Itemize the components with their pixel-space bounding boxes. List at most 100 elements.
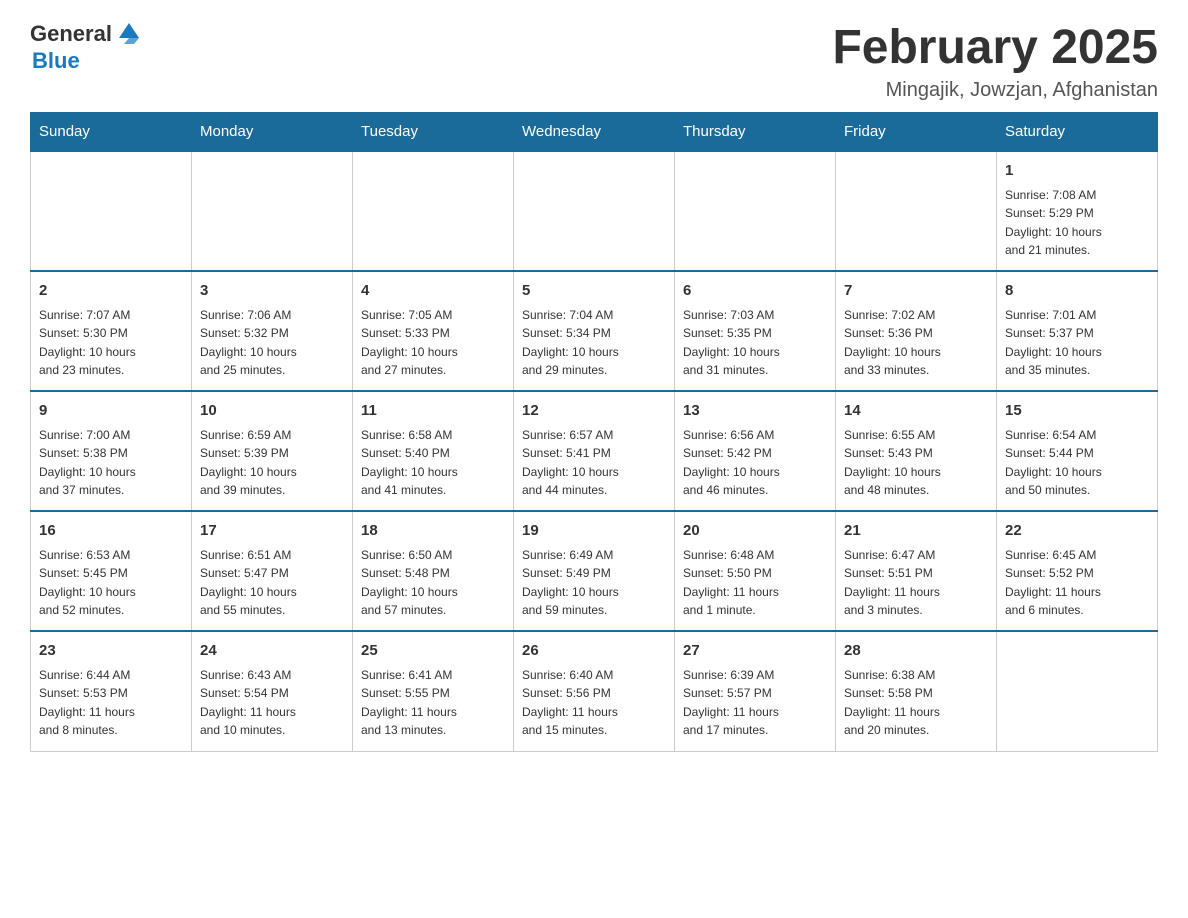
calendar-cell [353, 151, 514, 271]
day-info: Sunrise: 7:02 AM Sunset: 5:36 PM Dayligh… [844, 306, 988, 380]
day-number: 17 [200, 520, 344, 543]
day-info: Sunrise: 6:58 AM Sunset: 5:40 PM Dayligh… [361, 426, 505, 500]
day-info: Sunrise: 6:45 AM Sunset: 5:52 PM Dayligh… [1005, 546, 1149, 620]
calendar-cell: 17 Sunrise: 6:51 AM Sunset: 5:47 PM Dayli… [192, 511, 353, 631]
day-number: 13 [683, 400, 827, 423]
calendar-cell: 15 Sunrise: 6:54 AM Sunset: 5:44 PM Dayli… [997, 391, 1158, 511]
calendar-cell: 3 Sunrise: 7:06 AM Sunset: 5:32 PM Daylig… [192, 271, 353, 391]
calendar-cell: 9 Sunrise: 7:00 AM Sunset: 5:38 PM Daylig… [31, 391, 192, 511]
calendar-cell: 18Sunrise: 6:50 AM Sunset: 5:48 PM Dayli… [353, 511, 514, 631]
calendar-header-row: Sunday Monday Tuesday Wednesday Thursday… [31, 113, 1158, 152]
calendar-cell: 24 Sunrise: 6:43 AM Sunset: 5:54 PM Dayli… [192, 631, 353, 751]
day-info: Sunrise: 7:06 AM Sunset: 5:32 PM Dayligh… [200, 306, 344, 380]
day-info: Sunrise: 6:50 AM Sunset: 5:48 PM Dayligh… [361, 546, 505, 620]
day-number: 16 [39, 520, 183, 543]
day-number: 2 [39, 280, 183, 303]
day-info: Sunrise: 6:57 AM Sunset: 5:41 PM Dayligh… [522, 426, 666, 500]
calendar-cell: 26Sunrise: 6:40 AM Sunset: 5:56 PM Dayli… [514, 631, 675, 751]
day-info: Sunrise: 6:55 AM Sunset: 5:43 PM Dayligh… [844, 426, 988, 500]
day-info: Sunrise: 7:01 AM Sunset: 5:37 PM Dayligh… [1005, 306, 1149, 380]
calendar-title: February 2025 [832, 20, 1158, 75]
day-number: 6 [683, 280, 827, 303]
day-number: 21 [844, 520, 988, 543]
calendar-cell: 6 Sunrise: 7:03 AM Sunset: 5:35 PM Daylig… [675, 271, 836, 391]
header-monday: Monday [192, 113, 353, 152]
header-wednesday: Wednesday [514, 113, 675, 152]
header-friday: Friday [836, 113, 997, 152]
day-number: 19 [522, 520, 666, 543]
calendar-cell: 8 Sunrise: 7:01 AM Sunset: 5:37 PM Daylig… [997, 271, 1158, 391]
day-info: Sunrise: 6:51 AM Sunset: 5:47 PM Dayligh… [200, 546, 344, 620]
calendar-cell [836, 151, 997, 271]
day-number: 8 [1005, 280, 1149, 303]
day-number: 15 [1005, 400, 1149, 423]
logo-icon [114, 18, 144, 48]
day-number: 11 [361, 400, 505, 423]
day-number: 12 [522, 400, 666, 423]
day-number: 4 [361, 280, 505, 303]
day-number: 24 [200, 640, 344, 663]
logo: General Blue [30, 20, 144, 74]
calendar-subtitle: Mingajik, Jowzjan, Afghanistan [832, 79, 1158, 102]
day-number: 1 [1005, 160, 1149, 183]
calendar-cell: 21 Sunrise: 6:47 AM Sunset: 5:51 PM Dayli… [836, 511, 997, 631]
page-header: General Blue February 2025 Mingajik, Jow… [30, 20, 1158, 102]
calendar-cell: 2 Sunrise: 7:07 AM Sunset: 5:30 PM Daylig… [31, 271, 192, 391]
day-number: 5 [522, 280, 666, 303]
day-info: Sunrise: 6:43 AM Sunset: 5:54 PM Dayligh… [200, 666, 344, 740]
calendar-cell: 19Sunrise: 6:49 AM Sunset: 5:49 PM Dayli… [514, 511, 675, 631]
calendar-cell: 11 Sunrise: 6:58 AM Sunset: 5:40 PM Dayli… [353, 391, 514, 511]
calendar-cell: 23Sunrise: 6:44 AM Sunset: 5:53 PM Dayli… [31, 631, 192, 751]
header-tuesday: Tuesday [353, 113, 514, 152]
calendar-week-4: 16 Sunrise: 6:53 AM Sunset: 5:45 PM Dayli… [31, 511, 1158, 631]
day-info: Sunrise: 7:07 AM Sunset: 5:30 PM Dayligh… [39, 306, 183, 380]
calendar-cell: 4 Sunrise: 7:05 AM Sunset: 5:33 PM Daylig… [353, 271, 514, 391]
calendar-cell: 12 Sunrise: 6:57 AM Sunset: 5:41 PM Dayli… [514, 391, 675, 511]
day-info: Sunrise: 6:44 AM Sunset: 5:53 PM Dayligh… [39, 666, 183, 740]
day-number: 28 [844, 640, 988, 663]
day-info: Sunrise: 7:08 AM Sunset: 5:29 PM Dayligh… [1005, 186, 1149, 260]
calendar-cell: 5 Sunrise: 7:04 AM Sunset: 5:34 PM Daylig… [514, 271, 675, 391]
calendar-cell: 27Sunrise: 6:39 AM Sunset: 5:57 PM Dayli… [675, 631, 836, 751]
day-info: Sunrise: 6:53 AM Sunset: 5:45 PM Dayligh… [39, 546, 183, 620]
calendar-cell: 14 Sunrise: 6:55 AM Sunset: 5:43 PM Dayli… [836, 391, 997, 511]
day-number: 22 [1005, 520, 1149, 543]
calendar-cell: 25Sunrise: 6:41 AM Sunset: 5:55 PM Dayli… [353, 631, 514, 751]
day-info: Sunrise: 6:54 AM Sunset: 5:44 PM Dayligh… [1005, 426, 1149, 500]
day-number: 3 [200, 280, 344, 303]
calendar-week-5: 23Sunrise: 6:44 AM Sunset: 5:53 PM Dayli… [31, 631, 1158, 751]
day-info: Sunrise: 7:03 AM Sunset: 5:35 PM Dayligh… [683, 306, 827, 380]
day-number: 25 [361, 640, 505, 663]
calendar-cell: 28 Sunrise: 6:38 AM Sunset: 5:58 PM Dayli… [836, 631, 997, 751]
calendar-week-2: 2 Sunrise: 7:07 AM Sunset: 5:30 PM Daylig… [31, 271, 1158, 391]
calendar-cell [31, 151, 192, 271]
calendar-cell: 10 Sunrise: 6:59 AM Sunset: 5:39 PM Dayli… [192, 391, 353, 511]
header-sunday: Sunday [31, 113, 192, 152]
title-block: February 2025 Mingajik, Jowzjan, Afghani… [832, 20, 1158, 102]
day-number: 14 [844, 400, 988, 423]
day-number: 7 [844, 280, 988, 303]
calendar-cell: 16 Sunrise: 6:53 AM Sunset: 5:45 PM Dayli… [31, 511, 192, 631]
day-info: Sunrise: 6:39 AM Sunset: 5:57 PM Dayligh… [683, 666, 827, 740]
logo-general-text: General [30, 21, 112, 47]
day-info: Sunrise: 7:00 AM Sunset: 5:38 PM Dayligh… [39, 426, 183, 500]
calendar-cell [192, 151, 353, 271]
calendar-week-1: 1 Sunrise: 7:08 AM Sunset: 5:29 PM Daylig… [31, 151, 1158, 271]
calendar-cell: 1 Sunrise: 7:08 AM Sunset: 5:29 PM Daylig… [997, 151, 1158, 271]
day-info: Sunrise: 7:05 AM Sunset: 5:33 PM Dayligh… [361, 306, 505, 380]
calendar-cell: 7 Sunrise: 7:02 AM Sunset: 5:36 PM Daylig… [836, 271, 997, 391]
day-info: Sunrise: 6:59 AM Sunset: 5:39 PM Dayligh… [200, 426, 344, 500]
calendar-cell [514, 151, 675, 271]
day-info: Sunrise: 6:40 AM Sunset: 5:56 PM Dayligh… [522, 666, 666, 740]
calendar-cell: 13Sunrise: 6:56 AM Sunset: 5:42 PM Dayli… [675, 391, 836, 511]
day-number: 9 [39, 400, 183, 423]
day-number: 10 [200, 400, 344, 423]
day-info: Sunrise: 6:48 AM Sunset: 5:50 PM Dayligh… [683, 546, 827, 620]
calendar-cell [675, 151, 836, 271]
logo-blue-text: Blue [32, 48, 80, 74]
calendar-cell: 20Sunrise: 6:48 AM Sunset: 5:50 PM Dayli… [675, 511, 836, 631]
day-info: Sunrise: 6:47 AM Sunset: 5:51 PM Dayligh… [844, 546, 988, 620]
day-info: Sunrise: 6:38 AM Sunset: 5:58 PM Dayligh… [844, 666, 988, 740]
calendar-cell [997, 631, 1158, 751]
day-info: Sunrise: 7:04 AM Sunset: 5:34 PM Dayligh… [522, 306, 666, 380]
